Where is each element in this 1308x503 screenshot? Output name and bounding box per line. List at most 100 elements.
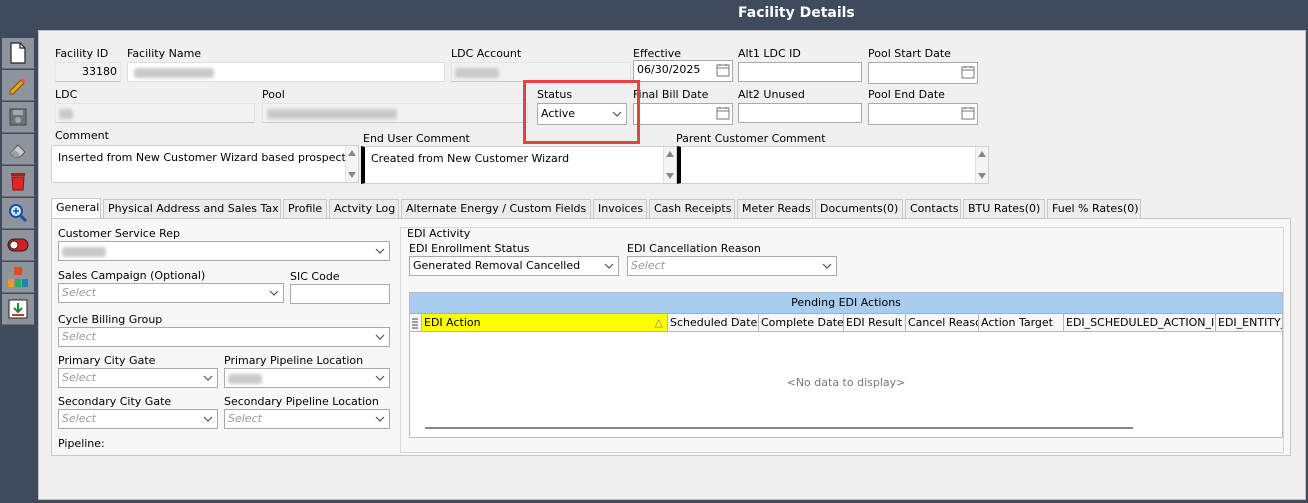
tab-alternate-energy[interactable]: Alternate Energy / Custom Fields [401, 199, 591, 218]
primary-city-gate-select[interactable]: Select [58, 368, 218, 388]
tab-physical-address[interactable]: Physical Address and Sales Tax [103, 199, 281, 218]
alt2-unused-label: Alt2 Unused [738, 88, 805, 101]
new-button[interactable] [2, 38, 34, 69]
parent-comment-field[interactable] [677, 146, 989, 184]
ldc-account-field [451, 62, 631, 82]
cycle-billing-select[interactable]: Select [58, 327, 390, 347]
chevron-down-icon [203, 375, 213, 381]
effective-date-value: 06/30/2025 [637, 63, 701, 76]
window-title: Facility Details [738, 5, 855, 21]
calendar-icon[interactable] [961, 65, 975, 79]
save-button[interactable] [2, 102, 34, 133]
sales-campaign-label: Sales Campaign (Optional) [58, 269, 206, 282]
delete-button[interactable] [2, 166, 34, 197]
edi-enrollment-select[interactable]: Generated Removal Cancelled [409, 256, 619, 276]
edi-cancel-reason-select[interactable]: Select [627, 256, 837, 276]
final-bill-date-field[interactable] [633, 103, 733, 125]
facility-id-label: Facility ID [55, 47, 109, 60]
column-header-cancel-reason[interactable]: Cancel Reaso [906, 314, 979, 332]
effective-date-field[interactable]: 06/30/2025 [633, 60, 733, 82]
tab-invoices[interactable]: Invoices [593, 199, 647, 218]
secondary-city-gate-label: Secondary City Gate [58, 395, 172, 408]
column-header-edi-entity[interactable]: EDI_ENTITY_ [1216, 314, 1282, 332]
comment-scrollbar[interactable] [345, 146, 358, 182]
alt1-ldc-id-label: Alt1 LDC ID [738, 47, 801, 60]
cycle-billing-placeholder: Select [62, 330, 96, 343]
end-user-comment-scrollbar[interactable] [663, 147, 676, 183]
facility-details-panel: Facility ID 33180 Facility Name LDC Acco… [38, 30, 1306, 500]
clear-button[interactable] [2, 134, 34, 165]
status-highlight-box [523, 80, 640, 144]
toggle-button[interactable] [2, 230, 34, 261]
facility-id-field: 33180 [55, 62, 121, 82]
import-button[interactable] [2, 294, 34, 325]
list-icon [412, 318, 418, 329]
zoom-button[interactable] [2, 198, 34, 229]
left-toolbar [0, 36, 36, 503]
column-header-scheduled-date[interactable]: Scheduled Date [668, 314, 759, 332]
calendar-icon[interactable] [961, 106, 975, 120]
parent-comment-label: Parent Customer Comment [676, 132, 826, 145]
column-header-label: EDI Action [424, 316, 481, 329]
column-header-edi-result[interactable]: EDI Result [844, 314, 906, 332]
tab-meter-reads[interactable]: Meter Reads [737, 199, 813, 218]
new-document-icon [10, 42, 26, 64]
calendar-icon[interactable] [716, 63, 730, 77]
search-zoom-icon [9, 204, 28, 223]
csr-select[interactable] [58, 241, 390, 261]
comment-value: Inserted from New Customer Wizard based … [58, 151, 346, 164]
ldc-account-label: LDC Account [451, 47, 522, 60]
column-chooser-button[interactable] [410, 314, 422, 332]
horizontal-scrollbar[interactable] [425, 427, 1133, 429]
pencil-icon [9, 78, 26, 95]
secondary-city-gate-select[interactable]: Select [58, 409, 218, 429]
final-bill-label: Final Bill Date [633, 88, 709, 101]
ldc-field [55, 103, 255, 123]
pool-label: Pool [262, 88, 285, 101]
tab-btu-rates[interactable]: BTU Rates(0) [963, 199, 1045, 218]
edit-button[interactable] [2, 70, 34, 101]
edi-cancel-reason-label: EDI Cancellation Reason [627, 242, 761, 255]
end-user-comment-field[interactable]: Created from New Customer Wizard [361, 146, 677, 184]
sales-campaign-select[interactable]: Select [58, 283, 284, 303]
org-button[interactable] [2, 262, 34, 293]
sic-code-field[interactable] [290, 284, 390, 304]
tab-profile[interactable]: Profile [283, 199, 327, 218]
chevron-down-icon [375, 334, 385, 340]
tab-activity-log[interactable]: Actvity Log [329, 199, 399, 218]
toggle-icon [7, 238, 29, 252]
chevron-down-icon [375, 416, 385, 422]
tab-fuel-rates[interactable]: Fuel % Rates(0) [1047, 199, 1141, 218]
column-header-complete-date[interactable]: Complete Date [759, 314, 844, 332]
column-header-scheduled-action-id[interactable]: EDI_SCHEDULED_ACTION_ID [1064, 314, 1216, 332]
pipeline-label: Pipeline: [58, 437, 105, 450]
end-user-comment-value: Created from New Customer Wizard [371, 152, 570, 165]
secondary-pipeline-select[interactable]: Select [224, 409, 390, 429]
tab-documents[interactable]: Documents(0) [815, 199, 903, 218]
title-bar: Facility Details [0, 0, 1308, 28]
sort-ascending-icon: △ [654, 316, 663, 329]
edi-enrollment-value: Generated Removal Cancelled [413, 259, 581, 272]
tab-contacts[interactable]: Contacts [905, 199, 961, 218]
column-header-edi-action[interactable]: EDI Action △ [422, 314, 668, 332]
save-icon [9, 108, 27, 126]
parent-comment-scrollbar[interactable] [975, 147, 988, 183]
pending-edi-actions-grid: Pending EDI Actions EDI Action △ Schedul… [409, 292, 1283, 438]
calendar-icon[interactable] [716, 106, 730, 120]
chevron-down-icon [375, 375, 385, 381]
comment-field[interactable]: Inserted from New Customer Wizard based … [51, 145, 359, 183]
cycle-billing-label: Cycle Billing Group [58, 313, 163, 326]
facility-name-field[interactable] [127, 62, 445, 82]
pool-end-date-field[interactable] [868, 103, 978, 125]
effective-label: Effective [633, 47, 681, 60]
ldc-label: LDC [55, 88, 78, 101]
eraser-icon [9, 144, 26, 158]
tab-cash-receipts[interactable]: Cash Receipts [649, 199, 735, 218]
tab-general[interactable]: General [51, 198, 101, 218]
alt2-unused-field[interactable] [738, 103, 862, 123]
primary-pipeline-select[interactable] [224, 368, 390, 388]
pool-start-date-field[interactable] [868, 62, 978, 84]
alt1-ldc-id-field[interactable] [738, 62, 862, 82]
column-header-action-target[interactable]: Action Target [979, 314, 1064, 332]
secondary-city-gate-placeholder: Select [62, 412, 96, 425]
